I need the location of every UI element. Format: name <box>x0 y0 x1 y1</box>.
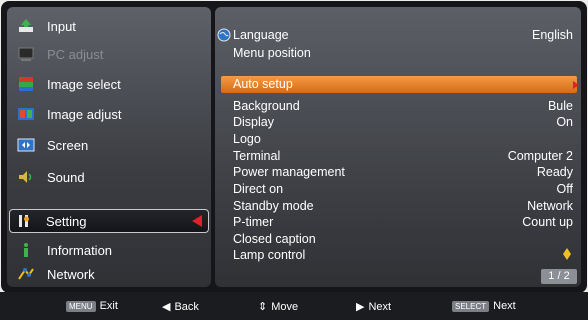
projector-menu: Input PC adjust Image select Image adjus… <box>0 0 588 320</box>
input-icon <box>17 18 37 34</box>
menu-frame: Input PC adjust Image select Image adjus… <box>1 1 587 293</box>
menu-row-power-management[interactable]: Power management Ready <box>233 164 573 180</box>
sidebar-item-network[interactable]: Network <box>11 263 207 285</box>
information-icon <box>17 242 37 258</box>
settings-panel: Language English Menu position Auto setu… <box>215 7 581 287</box>
menu-row-language[interactable]: Language English <box>233 27 573 43</box>
back-hint[interactable]: ◀ Back <box>162 300 199 314</box>
exit-hint[interactable]: MENU Exit <box>66 300 118 312</box>
menu-row-logo[interactable]: Logo <box>233 131 573 147</box>
submenu-arrow-icon <box>573 81 579 89</box>
sidebar: Input PC adjust Image select Image adjus… <box>7 7 211 287</box>
right-arrow-icon: ▶ <box>356 301 365 313</box>
menu-row-standby-mode[interactable]: Standby mode Network <box>233 198 573 214</box>
bottom-help-bar: MENU Exit ◀ Back ⇕ Move ▶ Next SELECT Ne… <box>0 292 588 320</box>
menu-row-terminal[interactable]: Terminal Computer 2 <box>233 148 573 164</box>
sidebar-item-image-select[interactable]: Image select <box>11 73 207 95</box>
select-next-hint[interactable]: SELECT Next <box>452 300 516 312</box>
menu-row-menu-position[interactable]: Menu position <box>233 45 573 61</box>
lamp-icon <box>561 247 573 263</box>
menu-row-closed-caption[interactable]: Closed caption <box>233 231 573 247</box>
screen-icon <box>17 137 37 153</box>
image-adjust-icon <box>17 106 37 122</box>
menu-row-direct-on[interactable]: Direct on Off <box>233 181 573 197</box>
select-key-icon: SELECT <box>452 300 490 312</box>
sidebar-item-sound[interactable]: Sound <box>11 166 207 188</box>
left-arrow-icon: ◀ <box>162 301 171 313</box>
menu-key-icon: MENU <box>66 300 96 312</box>
page-indicator: 1 / 2 <box>541 269 577 284</box>
pc-adjust-icon <box>17 46 37 62</box>
menu-row-background[interactable]: Background Bule <box>233 98 573 114</box>
sidebar-item-setting[interactable]: Setting <box>9 209 209 233</box>
sound-icon <box>17 169 37 185</box>
menu-row-auto-setup[interactable]: Auto setup <box>233 76 293 93</box>
globe-icon <box>217 28 231 47</box>
sidebar-item-pc-adjust: PC adjust <box>11 43 207 65</box>
menu-row-p-timer[interactable]: P-timer Count up <box>233 214 573 230</box>
menu-row-display[interactable]: Display On <box>233 114 573 130</box>
sidebar-item-screen[interactable]: Screen <box>11 134 207 156</box>
sidebar-item-information[interactable]: Information <box>11 239 207 261</box>
sidebar-item-input[interactable]: Input <box>11 15 207 37</box>
sidebar-item-image-adjust[interactable]: Image adjust <box>11 103 207 125</box>
move-hint[interactable]: ⇕ Move <box>258 300 298 314</box>
network-icon <box>17 266 37 282</box>
menu-row-lamp-control[interactable]: Lamp control <box>233 247 573 263</box>
setting-icon <box>16 213 36 229</box>
image-select-icon <box>17 76 37 92</box>
next-arrow-hint[interactable]: ▶ Next <box>356 300 391 314</box>
up-down-arrow-icon: ⇕ <box>258 301 268 313</box>
selected-marker-icon <box>192 215 202 227</box>
